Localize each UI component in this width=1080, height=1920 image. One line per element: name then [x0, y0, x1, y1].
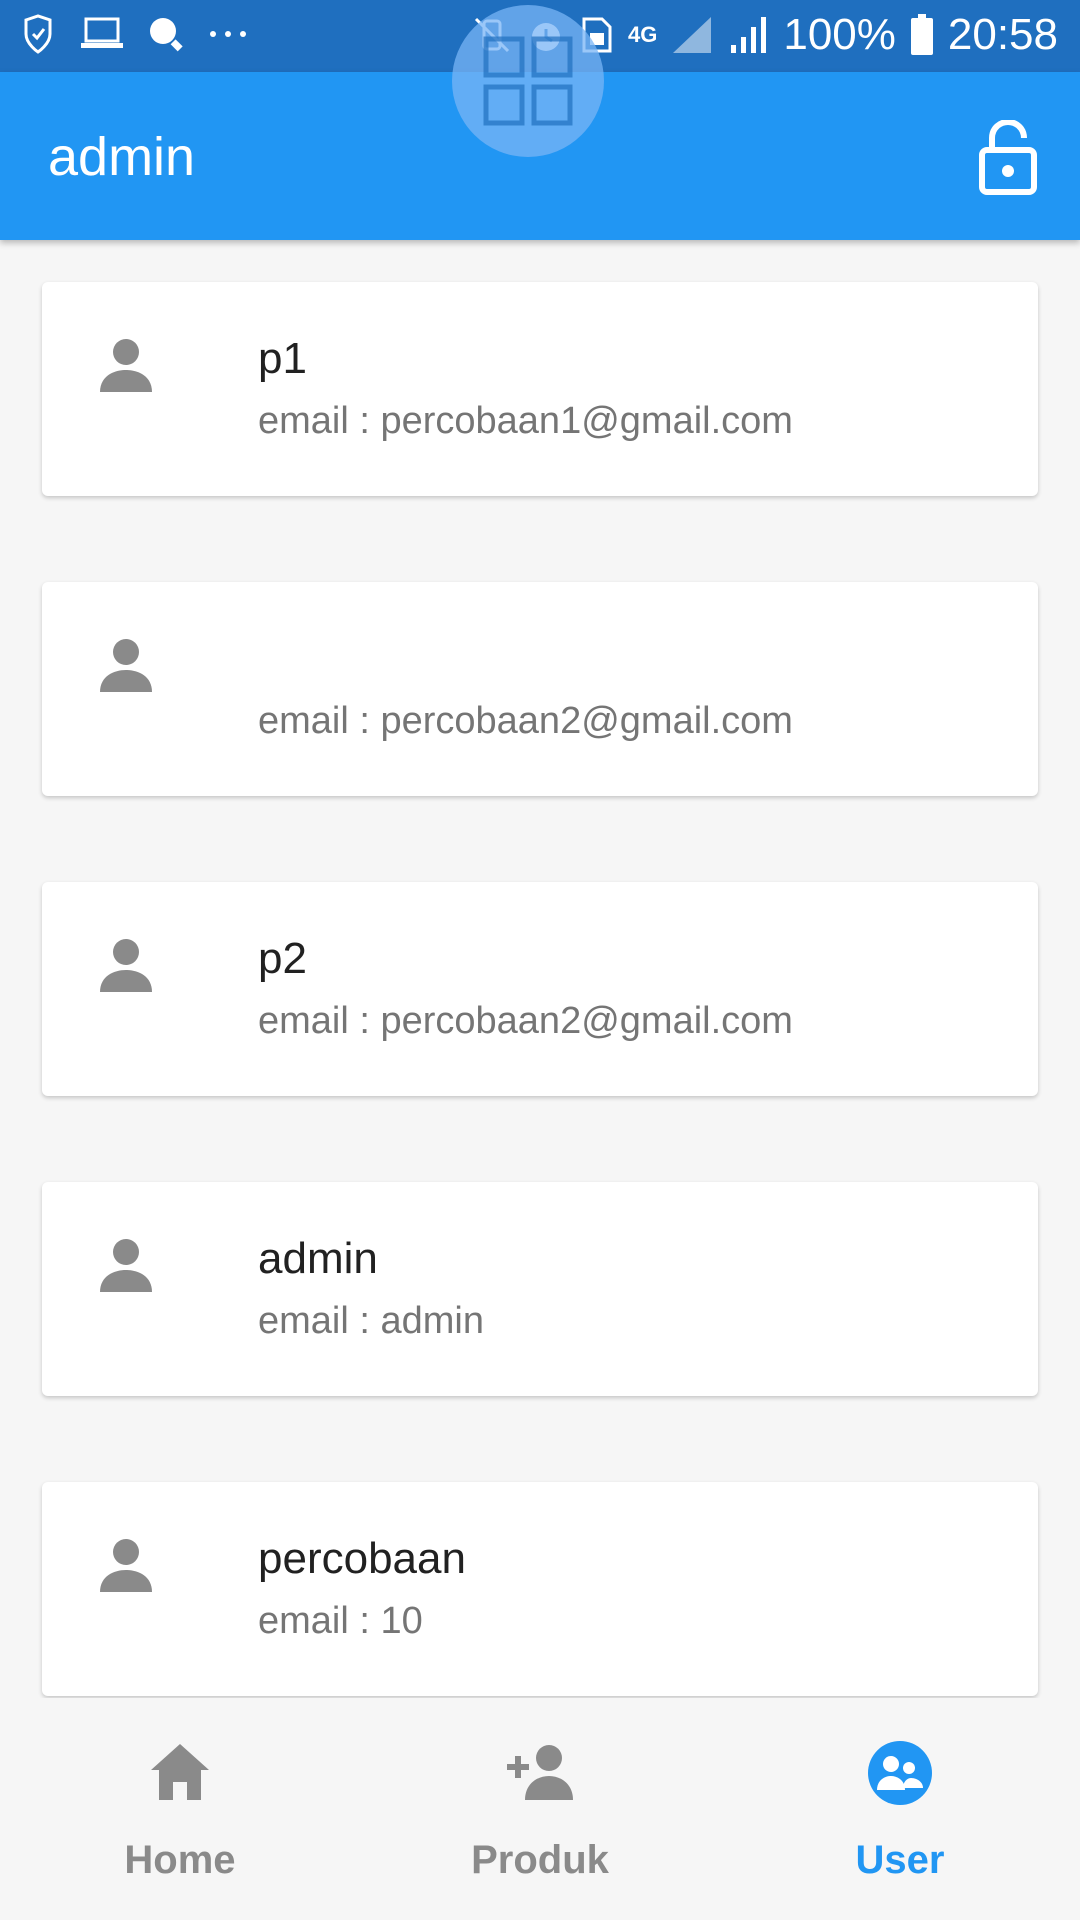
person-icon	[98, 938, 154, 994]
lock-open-icon	[976, 118, 1040, 200]
user-list[interactable]: p1 email : percobaan1@gmail.com email : …	[0, 240, 1080, 1698]
signal-icon	[671, 15, 715, 55]
user-card[interactable]: p2 email : percobaan2@gmail.com	[42, 882, 1038, 1096]
user-email: email : admin	[258, 1300, 484, 1342]
user-name: admin	[258, 1234, 378, 1283]
floating-launcher-button[interactable]	[452, 5, 604, 157]
nav-item-produk[interactable]: Produk	[360, 1698, 720, 1920]
user-card[interactable]: admin email : admin	[42, 1182, 1038, 1396]
shield-hand-icon	[18, 14, 58, 54]
nav-label-produk: Produk	[471, 1838, 609, 1882]
more-notifications-icon	[208, 29, 248, 39]
user-card[interactable]: p1 email : percobaan1@gmail.com	[42, 282, 1038, 496]
user-email: email : 10	[258, 1600, 423, 1642]
user-email: email : percobaan2@gmail.com	[258, 700, 793, 742]
nav-item-user[interactable]: User	[720, 1698, 1080, 1920]
page-title: admin	[48, 127, 196, 187]
person-add-icon	[505, 1738, 575, 1808]
user-name: percobaan	[258, 1534, 466, 1583]
battery-percent: 100%	[783, 10, 896, 59]
users-icon	[865, 1738, 935, 1808]
nav-label-user: User	[855, 1838, 945, 1882]
search-bubble-icon	[146, 14, 186, 54]
user-email: email : percobaan1@gmail.com	[258, 400, 793, 442]
home-icon	[145, 1738, 215, 1808]
battery-icon	[910, 14, 934, 56]
person-icon	[98, 1238, 154, 1294]
user-email: email : percobaan2@gmail.com	[258, 1000, 793, 1042]
bottom-navigation: Home Produk User	[0, 1698, 1080, 1920]
nav-item-home[interactable]: Home	[0, 1698, 360, 1920]
user-name: p1	[258, 334, 307, 383]
person-icon	[98, 338, 154, 394]
nav-label-home: Home	[124, 1838, 236, 1882]
network-type: 4G	[627, 22, 658, 47]
user-card[interactable]: email : percobaan2@gmail.com	[42, 582, 1038, 796]
user-card[interactable]: percobaan email : 10	[42, 1482, 1038, 1696]
logout-button[interactable]	[976, 118, 1040, 196]
clock: 20:58	[947, 10, 1058, 59]
laptop-icon	[80, 17, 124, 51]
user-name: p2	[258, 934, 307, 983]
signal-bars-icon	[729, 15, 769, 55]
person-icon	[98, 1538, 154, 1594]
person-icon	[98, 638, 154, 694]
